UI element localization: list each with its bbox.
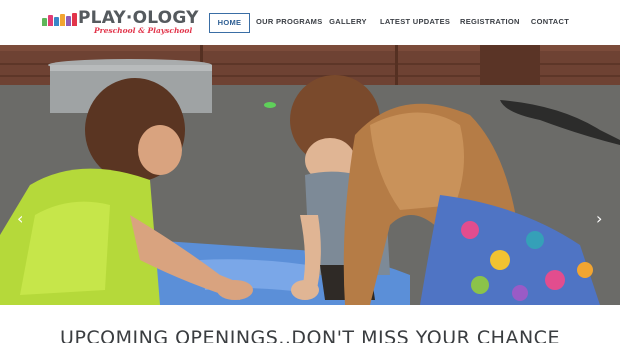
openings-headline: UPCOMING OPENINGS..DON'T MISS YOUR CHANC… [60, 327, 560, 343]
nav-our-programs[interactable]: OUR PROGRAMS [256, 13, 322, 33]
nav-latest-updates[interactable]: LATEST UPDATES [380, 13, 450, 33]
nav-home[interactable]: HOME [209, 13, 250, 33]
logo-title: PLAY·OLOGY [78, 8, 199, 28]
hero-photo [0, 45, 620, 305]
openings-section: UPCOMING OPENINGS..DON'T MISS YOUR CHANC… [0, 305, 620, 343]
hero-slider[interactable]: ‹ › [0, 45, 620, 305]
logo-tagline: Preschool & Playschool [94, 26, 193, 35]
slider-next-button[interactable]: › [596, 211, 602, 227]
nav-contact[interactable]: CONTACT [529, 13, 571, 33]
nav-registration[interactable]: REGISTRATION [460, 13, 519, 33]
logo-blocks-icon [42, 12, 77, 26]
nav-gallery[interactable]: GALLERY [328, 13, 368, 33]
site-logo[interactable]: PLAY·OLOGY Preschool & Playschool [42, 8, 198, 38]
site-header: PLAY·OLOGY Preschool & Playschool HOME O… [0, 0, 620, 45]
slider-prev-button[interactable]: ‹ [17, 211, 23, 227]
